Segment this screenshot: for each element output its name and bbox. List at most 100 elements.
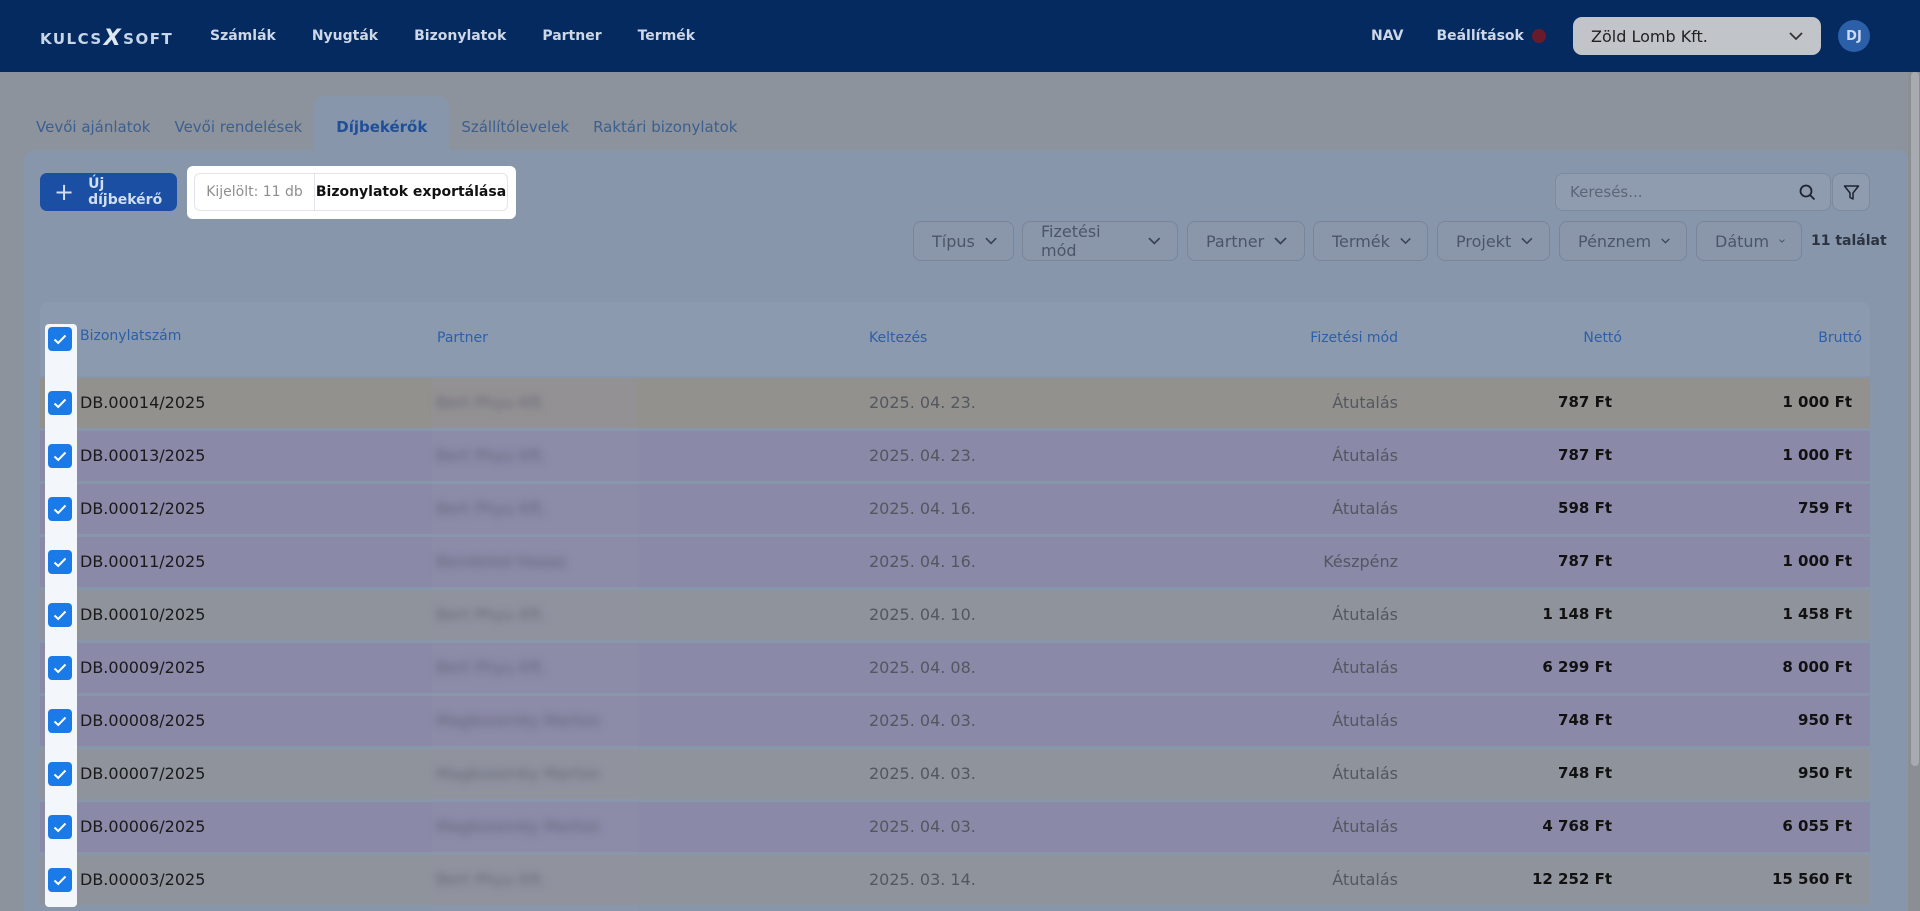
col-header-payment[interactable]: Fizetési mód [1310, 330, 1398, 346]
page-scrollbar-thumb[interactable] [1911, 72, 1919, 766]
filter-button[interactable] [1832, 173, 1870, 211]
cell-number: DB.00013/2025 [80, 446, 206, 465]
row-checkbox[interactable] [48, 603, 72, 627]
cell-number: DB.00007/2025 [80, 764, 206, 783]
table-row[interactable]: DB.00013/2025 Bert Phyu Kft. 2025. 04. 23.… [40, 431, 1870, 481]
row-checkbox[interactable] [48, 444, 72, 468]
table-row[interactable]: DB.00007/2025 Magkossmky Marton 2025. 04. … [40, 749, 1870, 799]
document-tabs: Vevői ajánlatok Vevői rendelések Díjbeké… [24, 96, 749, 150]
filter-date-dropdown[interactable]: Dátum [1696, 221, 1802, 261]
table-row[interactable]: DB.00003/2025 Bert Phyu Kft. 2025. 03. 14.… [40, 855, 1870, 905]
filter-label: Pénznem [1578, 231, 1652, 251]
tab-vevoi-ajanlatok[interactable]: Vevői ajánlatok [24, 96, 162, 150]
cell-date: 2025. 03. 14. [869, 870, 976, 889]
col-header-gross[interactable]: Bruttó [1818, 330, 1862, 346]
checkmark-icon [53, 822, 67, 832]
checkmark-icon [53, 875, 67, 885]
nav-item-szamlak[interactable]: Számlák [210, 28, 276, 44]
search-input[interactable]: Keresés... [1555, 173, 1831, 211]
checkmark-icon [53, 334, 67, 344]
cell-payment: Átutalás [1332, 870, 1398, 889]
filter-label: Dátum [1715, 231, 1770, 251]
cell-gross: 15 560 Ft [1771, 870, 1852, 888]
cell-net: 787 Ft [1558, 446, 1612, 464]
tab-dijbekerok[interactable]: Díjbekérők [314, 96, 450, 150]
cell-number: DB.00006/2025 [80, 817, 206, 836]
col-header-net[interactable]: Nettó [1583, 330, 1622, 346]
tab-szallitolevelek[interactable]: Szállítólevelek [449, 96, 581, 150]
table-row[interactable]: DB.00009/2025 Bert Phyu Kft. 2025. 04. 08.… [40, 643, 1870, 693]
cell-net: 598 Ft [1558, 499, 1612, 517]
export-documents-button[interactable]: Bizonylatok exportálása [315, 184, 507, 200]
filter-product-dropdown[interactable]: Termék [1313, 221, 1428, 261]
cell-gross: 1 000 Ft [1782, 446, 1852, 464]
row-checkbox[interactable] [48, 868, 72, 892]
cell-date: 2025. 04. 03. [869, 764, 976, 783]
row-checkbox[interactable] [48, 762, 72, 786]
nav-item-termek[interactable]: Termék [638, 28, 695, 44]
col-header-number[interactable]: Bizonylatszám [80, 328, 181, 344]
row-checkbox[interactable] [48, 550, 72, 574]
cell-net: 748 Ft [1558, 711, 1612, 729]
row-checkbox[interactable] [48, 497, 72, 521]
table-row[interactable]: DB.00014/2025 Bert Phyu Kft. 2025. 04. 23.… [40, 378, 1870, 428]
company-selector[interactable]: Zöld Lomb Kft. [1573, 17, 1821, 55]
row-checkbox[interactable] [48, 391, 72, 415]
tab-vevoi-rendelesek[interactable]: Vevői rendelések [162, 96, 314, 150]
row-checkbox[interactable] [48, 709, 72, 733]
cell-date: 2025. 04. 23. [869, 446, 976, 465]
checkmark-icon [53, 557, 67, 567]
brand-logo[interactable]: KULCS X SOFT [40, 26, 173, 51]
col-header-partner[interactable]: Partner [437, 330, 488, 346]
avatar[interactable]: DJ [1838, 20, 1870, 52]
cell-payment: Átutalás [1332, 446, 1398, 465]
nav-item-partner[interactable]: Partner [542, 28, 601, 44]
cell-date: 2025. 04. 16. [869, 499, 976, 518]
tab-raktari-bizonylatok[interactable]: Raktári bizonylatok [581, 96, 749, 150]
cell-payment: Átutalás [1332, 393, 1398, 412]
col-header-date[interactable]: Keltezés [869, 330, 927, 346]
notification-dot-icon[interactable] [1532, 29, 1546, 43]
filter-project-dropdown[interactable]: Projekt [1437, 221, 1550, 261]
nav-item-nyugtak[interactable]: Nyugták [312, 28, 378, 44]
table-row[interactable]: DB.00011/2025 Bendeled Haaas 2025. 04. 16.… [40, 537, 1870, 587]
filter-currency-dropdown[interactable]: Pénznem [1559, 221, 1687, 261]
checkmark-icon [53, 504, 67, 514]
chevron-down-icon [1274, 237, 1287, 245]
cell-net: 6 299 Ft [1542, 658, 1612, 676]
nav-item-bizonylatok[interactable]: Bizonylatok [414, 28, 506, 44]
cell-gross: 950 Ft [1798, 764, 1852, 782]
table-row[interactable]: DB.00010/2025 Bert Phyu Kft. 2025. 04. 10.… [40, 590, 1870, 640]
cell-net: 787 Ft [1558, 393, 1612, 411]
table-row[interactable]: DB.00006/2025 Magkossmky Marton 2025. 04. … [40, 802, 1870, 852]
new-invoice-request-button[interactable]: + Új díjbekérő [40, 173, 177, 211]
cell-date: 2025. 04. 16. [869, 552, 976, 571]
chevron-down-icon [1789, 31, 1803, 40]
nav-item-nav[interactable]: NAV [1371, 28, 1403, 44]
logo-text-right: SOFT [123, 29, 174, 48]
logo-text-left: KULCS [40, 29, 103, 48]
cell-payment: Átutalás [1332, 658, 1398, 677]
cell-date: 2025. 04. 03. [869, 711, 976, 730]
search-placeholder: Keresés... [1570, 183, 1643, 201]
filter-type-dropdown[interactable]: Típus [913, 221, 1014, 261]
top-navbar: KULCS X SOFT Számlák Nyugták Bizonylatok… [0, 0, 1920, 72]
select-all-checkbox[interactable] [48, 327, 72, 351]
cell-number: DB.00010/2025 [80, 605, 206, 624]
cell-payment: Átutalás [1332, 764, 1398, 783]
filter-partner-dropdown[interactable]: Partner [1187, 221, 1305, 261]
nav-item-beallitasok[interactable]: Beállítások [1436, 28, 1523, 44]
chevron-down-icon [1661, 238, 1670, 244]
filter-payment-dropdown[interactable]: Fizetési mód [1022, 221, 1178, 261]
row-checkbox[interactable] [48, 656, 72, 680]
cell-number: DB.00012/2025 [80, 499, 206, 518]
table-row[interactable]: DB.00008/2025 Magkossmky Marton 2025. 04. … [40, 696, 1870, 746]
row-checkbox[interactable] [48, 815, 72, 839]
cell-payment: Átutalás [1332, 605, 1398, 624]
cell-date: 2025. 04. 23. [869, 393, 976, 412]
cell-gross: 950 Ft [1798, 711, 1852, 729]
table-row[interactable]: DB.00012/2025 Bert Phyu Kft. 2025. 04. 16.… [40, 484, 1870, 534]
filter-label: Projekt [1456, 231, 1512, 251]
search-icon[interactable] [1799, 184, 1816, 201]
checkmark-icon [53, 398, 67, 408]
